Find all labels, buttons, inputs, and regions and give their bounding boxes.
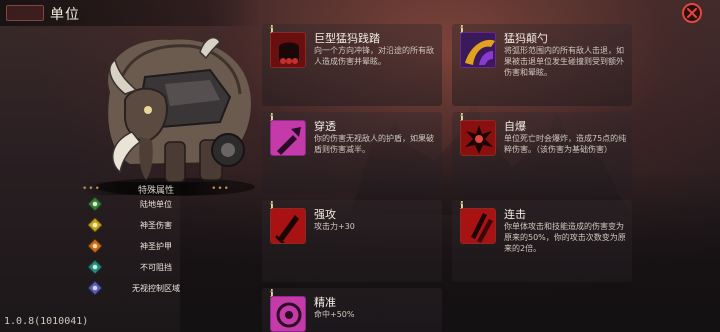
combo-icon	[460, 208, 496, 244]
attribute-label: 陆地单位	[140, 199, 172, 209]
close-icon	[687, 8, 697, 18]
attribute-row[interactable]: 无视控制区域	[82, 280, 230, 296]
skill-name: 连击	[504, 208, 526, 221]
skill-card-pierce[interactable]: i 穿透 你的伤害无视敌人的护盾，如果破盾则伤害减半。	[262, 112, 442, 194]
skill-description: 命中+50%	[314, 310, 355, 319]
attribute-row[interactable]: 神圣伤害	[82, 217, 230, 233]
sweep-icon	[460, 32, 496, 68]
attribute-row[interactable]: 陆地单位	[82, 196, 230, 212]
version-text: 1.0.8(1010041)	[4, 316, 89, 327]
skill-description: 单位死亡时会爆炸，造成75点的纯粹伤害。（该伤害为基础伤害）	[504, 134, 627, 154]
attribute-row[interactable]: 神圣护甲	[82, 238, 230, 254]
unit-portrait	[70, 22, 270, 197]
attribute-row[interactable]: 不可阻挡	[82, 259, 230, 275]
attributes-header: ••• 特殊属性 •••	[82, 182, 230, 196]
attributes-title: 特殊属性	[137, 186, 174, 196]
skill-name: 强攻	[314, 208, 336, 221]
explode-icon	[460, 120, 496, 156]
skill-name: 穿透	[314, 120, 336, 133]
close-button[interactable]	[682, 3, 702, 23]
attribute-label: 无视控制区域	[132, 283, 180, 293]
skill-card-precision[interactable]: i 精准 命中+50%	[262, 288, 442, 332]
skill-description: 将弧形范围内的所有敌人击退，如果被击退单位发生碰撞则受到额外伤害和晕眩。	[504, 46, 624, 77]
skill-name: 巨型猛犸践踏	[314, 32, 380, 45]
attribute-label: 不可阻挡	[140, 262, 172, 272]
strong-attack-icon	[270, 208, 306, 244]
skill-name: 自爆	[504, 120, 526, 133]
skill-card-strong-attack[interactable]: i 强攻 攻击力+30	[262, 200, 442, 282]
skill-card-combo[interactable]: i 连击 你单体攻击和技能造成的伤害变为原来的50%，你的攻击次数变为原来的2倍…	[452, 200, 632, 282]
skill-description: 你单体攻击和技能造成的伤害变为原来的50%，你的攻击次数变为原来的2倍。	[504, 222, 626, 253]
skill-description: 你的伤害无视敌人的护盾，如果破盾则伤害减半。	[314, 134, 434, 154]
skill-card-stomp[interactable]: i 巨型猛犸践踏 向一个方向冲锋，对沿途的所有敌人造成伤害并晕眩。	[262, 24, 442, 106]
stomp-icon	[270, 32, 306, 68]
skill-card-sweep[interactable]: i 猛犸颠勺 将弧形范围内的所有敌人击退，如果被击退单位发生碰撞则受到额外伤害和…	[452, 24, 632, 106]
skill-name: 精准	[314, 296, 336, 309]
skill-name: 猛犸颠勺	[504, 32, 548, 45]
top-logo-mark	[6, 5, 44, 21]
skill-description: 向一个方向冲锋，对沿途的所有敌人造成伤害并晕眩。	[314, 46, 434, 66]
attribute-label: 神圣伤害	[140, 220, 172, 230]
precision-icon	[270, 296, 306, 332]
skill-card-explode[interactable]: i 自爆 单位死亡时会爆炸，造成75点的纯粹伤害。（该伤害为基础伤害）	[452, 112, 632, 194]
attribute-label: 神圣护甲	[140, 241, 172, 251]
special-attributes-panel: ••• 特殊属性 ••• 陆地单位 神圣伤害 神圣护甲 不可阻挡 无视控制区域	[82, 182, 230, 300]
page-title: 单位	[50, 7, 80, 23]
header-dots-right: •••	[211, 184, 230, 194]
skill-description: 攻击力+30	[314, 222, 355, 231]
pierce-icon	[270, 120, 306, 156]
